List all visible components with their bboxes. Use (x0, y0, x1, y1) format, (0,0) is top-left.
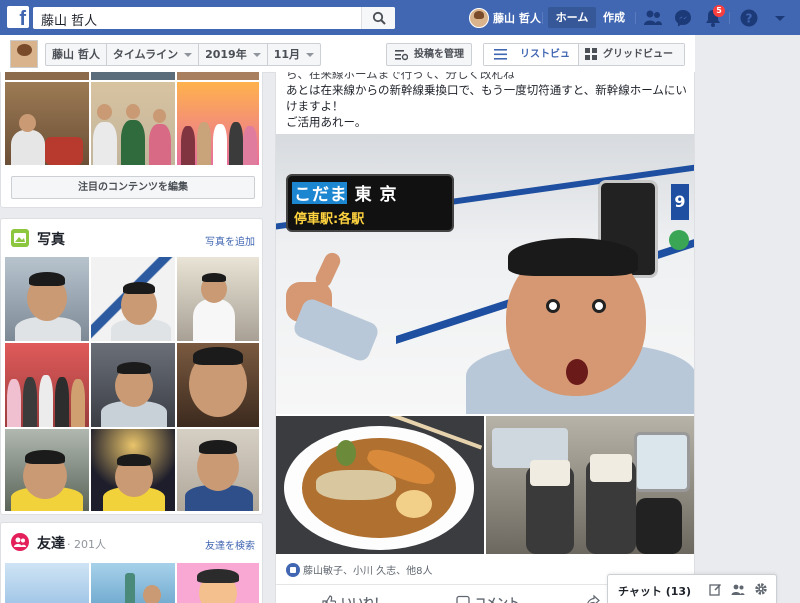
photos-title[interactable]: 写真 (37, 229, 65, 249)
car-number: 9 (671, 184, 689, 220)
like-reaction-icon (286, 562, 300, 577)
search-icon (372, 11, 386, 25)
post-text-line: あとは在来線からの新幹線乗換口で、もう一度切符通すと、新幹線ホームにい (286, 83, 687, 97)
edit-featured-button[interactable]: 注目のコンテンツを編集 (11, 176, 255, 199)
friend-thumbnail[interactable] (91, 563, 175, 603)
sign-text: 停車駅:各駅 (294, 212, 365, 227)
facebook-logo[interactable]: f (7, 6, 29, 28)
photo-thumbnail[interactable] (177, 343, 259, 427)
top-navigation-bar: f 藤山 哲人 藤山 哲人 ホーム 作成 5 ? (0, 0, 800, 35)
manage-posts-button[interactable]: 投稿を管理 (386, 43, 472, 66)
photo-thumbnail[interactable] (177, 429, 259, 511)
destination-sign: こだま 東 京 停車駅:各駅 (286, 174, 454, 232)
profile-name-link[interactable]: 藤山 哲人 (46, 44, 107, 65)
friend-thumbnail[interactable] (5, 563, 89, 603)
post-text-line: ら、在来線ホームまで行って、分しく改札ね (286, 72, 515, 81)
list-view-button[interactable]: リストビュー (484, 44, 579, 81)
add-photos-link[interactable]: 写真を追加 (205, 233, 255, 248)
timeline-selector-group: 藤山 哲人 タイムライン 2019年 11月 (45, 43, 322, 66)
year-dropdown[interactable]: 2019年 (199, 44, 268, 65)
share-icon (587, 594, 600, 603)
month-dropdown[interactable]: 11月 (268, 44, 320, 65)
group-icon[interactable] (731, 583, 745, 596)
photo-thumbnail[interactable] (91, 429, 175, 511)
search-button[interactable] (361, 7, 395, 29)
friends-card: 友達 · 201人 友達を検索 (0, 522, 263, 603)
right-rail (695, 35, 800, 603)
chevron-down-icon (252, 52, 261, 57)
compose-icon[interactable] (709, 583, 722, 596)
featured-photo[interactable] (177, 72, 259, 80)
friends-section-icon (11, 533, 29, 551)
chat-label[interactable]: チャット (13) (618, 583, 691, 599)
chevron-down-icon (184, 52, 193, 57)
photos-section-icon (11, 229, 29, 247)
friends-icon[interactable] (643, 8, 663, 28)
chat-bar[interactable]: チャット (13) (607, 574, 777, 603)
divider (729, 12, 730, 24)
like-button[interactable]: いいね！ (322, 594, 385, 603)
manage-icon (395, 50, 408, 61)
featured-photo[interactable] (91, 82, 175, 165)
featured-photo[interactable] (91, 72, 175, 80)
post-text-line: けますよ！ (286, 99, 344, 113)
featured-photo[interactable] (5, 82, 89, 165)
create-button[interactable]: 作成 (603, 7, 625, 28)
view-toggle: リストビュー グリッドビュー (483, 43, 685, 81)
share-button[interactable] (586, 594, 600, 603)
grid-view-button[interactable]: グリッドビュー (579, 44, 684, 65)
thumbs-up-icon (322, 595, 336, 603)
featured-photo[interactable] (177, 82, 259, 165)
messenger-icon[interactable] (673, 8, 693, 28)
post-photo-train-seats[interactable] (486, 416, 694, 554)
featured-photo[interactable] (5, 72, 89, 80)
avatar (469, 7, 489, 28)
photo-thumbnail[interactable] (177, 257, 259, 341)
divider (542, 12, 543, 24)
notification-badge: 5 (713, 5, 725, 17)
svg-text:?: ? (746, 12, 753, 26)
comment-button[interactable]: コメント (456, 594, 519, 603)
reactions-summary[interactable]: 藤山敏子、小川 久志、他8人 (286, 562, 433, 577)
photo-thumbnail[interactable] (91, 343, 175, 427)
post-text-line: ご活用あれー。 (286, 115, 367, 129)
search-input[interactable]: 藤山 哲人 (41, 10, 97, 29)
divider (635, 12, 636, 24)
sign-text: こだま 東 京 (294, 185, 398, 205)
friend-thumbnail[interactable] (177, 563, 259, 603)
profile-name: 藤山 哲人 (493, 11, 541, 25)
featured-card: 注目のコンテンツを編集 (0, 72, 263, 208)
timeline-navigation-bar: 藤山 哲人 タイムライン 2019年 11月 投稿を管理 リストビュー グリッド… (0, 35, 695, 81)
post-photo-ramen[interactable] (276, 416, 484, 554)
photo-thumbnail[interactable] (5, 257, 89, 341)
post-body: ら、在来線ホームまで行って、分しく改札ね あとは在来線からの新幹線乗換口で、もう… (286, 72, 690, 130)
photos-card: 写真 写真を追加 (0, 218, 263, 515)
account-menu-icon[interactable] (770, 8, 790, 28)
photo-thumbnail[interactable] (5, 429, 89, 511)
timeline-post: ら、在来線ホームまで行って、分しく改札ね あとは在来線からの新幹線乗換口で、もう… (275, 72, 695, 603)
grid-icon (585, 48, 597, 60)
help-icon[interactable]: ? (739, 8, 759, 28)
profile-link[interactable]: 藤山 哲人 (469, 6, 541, 29)
timeline-dropdown[interactable]: タイムライン (107, 44, 200, 65)
find-friends-link[interactable]: 友達を検索 (205, 537, 255, 552)
post-main-photo[interactable]: こだま 東 京 停車駅:各駅 9 (276, 134, 694, 414)
photo-thumbnail[interactable] (91, 257, 175, 341)
photo-thumbnail[interactable] (5, 343, 89, 427)
settings-icon[interactable] (754, 582, 768, 596)
list-icon (494, 49, 507, 60)
friends-count: · 201人 (67, 538, 106, 551)
friends-title[interactable]: 友達 (37, 533, 65, 553)
comment-icon (456, 595, 470, 603)
search-box[interactable]: 藤山 哲人 (33, 7, 395, 29)
profile-thumbnail[interactable] (10, 40, 38, 68)
chevron-down-icon (306, 52, 315, 57)
home-button[interactable]: ホーム (548, 7, 596, 28)
